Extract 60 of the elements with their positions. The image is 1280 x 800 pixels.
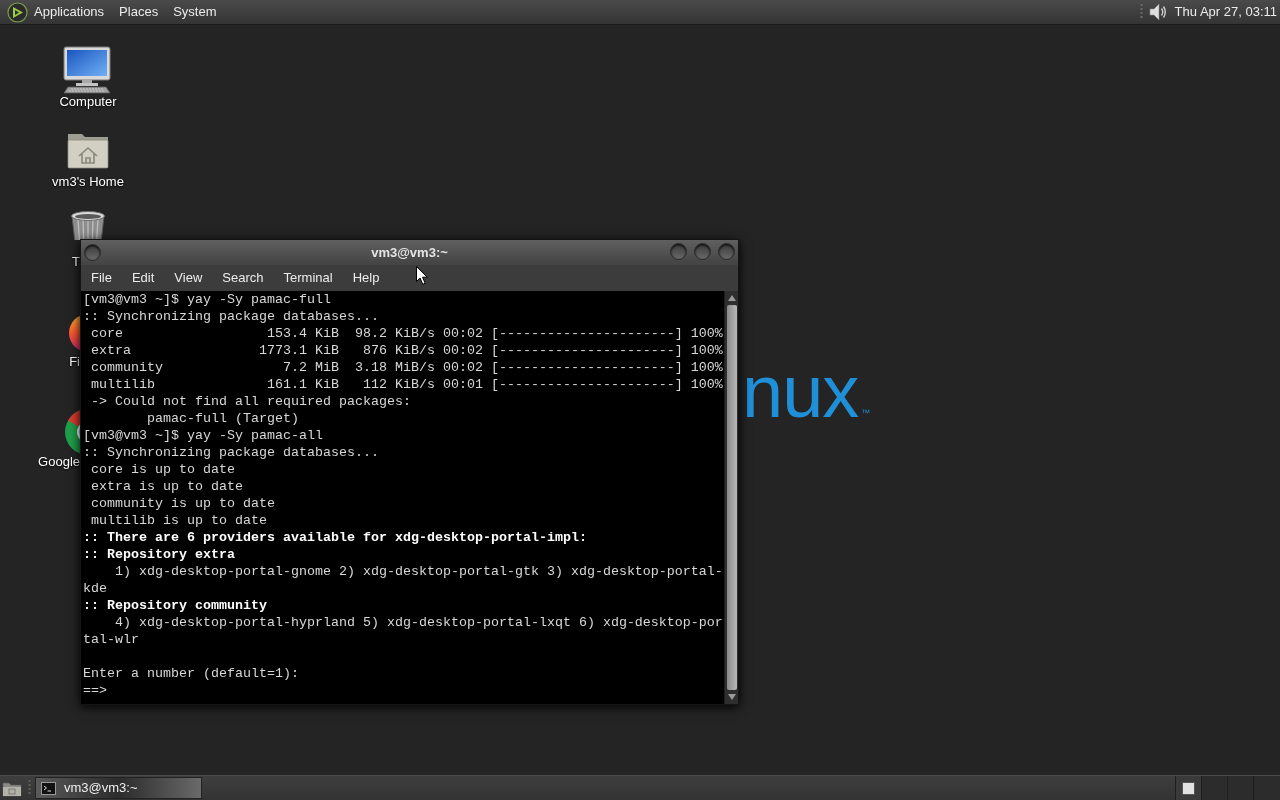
terminal-line: :: Synchronizing package databases... <box>83 444 379 461</box>
window-control-button[interactable] <box>694 243 711 260</box>
terminal-line: 4) xdg-desktop-portal-hyprland 5) xdg-desktop-portal-lxqt 6) xdg-desktop-por <box>114 614 723 631</box>
terminal-line: :: Repository community <box>83 597 267 614</box>
terminal-line: extra is up to date <box>90 478 243 495</box>
terminal-line: kde <box>83 580 107 597</box>
wallpaper-logo-text: nux <box>742 352 859 432</box>
window-control-button[interactable] <box>670 243 687 260</box>
terminal-line: 1) xdg-desktop-portal-gnome 2) xdg-desktop-portal-gtk 3) xdg-desktop-portal- <box>114 563 723 580</box>
speaker-icon[interactable] <box>1147 2 1168 22</box>
terminal-line: tal-wlr <box>83 631 139 648</box>
menu-logo-icon[interactable] <box>7 1 28 23</box>
terminal-line: community is up to date <box>90 495 275 512</box>
scroll-down-arrow-icon[interactable] <box>727 694 736 700</box>
scroll-up-arrow-icon[interactable] <box>727 295 736 301</box>
menu-item[interactable]: Edit <box>121 265 165 291</box>
terminal-line: Enter a number (default=1): <box>83 665 299 682</box>
window-control-button[interactable] <box>718 243 735 260</box>
desktop-icon-label[interactable]: vm3's Home <box>52 174 124 189</box>
menu-item[interactable]: View <box>164 265 213 291</box>
show-desktop-icon[interactable] <box>2 779 22 797</box>
workspace-switcher[interactable] <box>1175 775 1280 800</box>
terminal-line: multilib 161.1 KiB 112 KiB/s 00:01 [----------------------] 100% <box>90 376 723 393</box>
window-menu-button[interactable] <box>84 244 101 261</box>
panel-clock[interactable]: Thu Apr 27, 03:11 <box>1174 2 1277 22</box>
scrollbar-thumb[interactable] <box>726 305 737 690</box>
terminal-icon <box>41 781 56 795</box>
panel-menu[interactable]: Places <box>113 0 165 25</box>
terminal-line: [vm3@vm3 ~]$ yay -Sy pamac-full <box>83 291 331 308</box>
terminal-line: :: There are 6 providers available for xdg-desktop-portal-impl: <box>83 529 587 546</box>
panel-handle-icon <box>28 779 31 797</box>
terminal-line: -> Could not find all required packages: <box>90 393 411 410</box>
terminal-line: :: Repository extra <box>83 546 235 563</box>
terminal-line: core is up to date <box>90 461 235 478</box>
terminal-line: [vm3@vm3 ~]$ yay -Sy pamac-all <box>83 427 323 444</box>
window-thumbnail-icon <box>1182 781 1195 795</box>
desktop-icon-label[interactable]: Google <box>38 454 80 469</box>
menu-item[interactable]: Search <box>212 265 274 291</box>
desktop-icon-label[interactable]: Computer <box>59 94 117 109</box>
menu-item[interactable]: File <box>81 265 122 291</box>
terminal-line: ==> <box>83 682 107 699</box>
panel-menu[interactable]: System <box>167 0 223 25</box>
menu-item[interactable]: Terminal <box>273 265 343 291</box>
scrollbar[interactable] <box>724 291 738 704</box>
terminal-line: multilib is up to date <box>90 512 267 529</box>
terminal-line: community 7.2 MiB 3.18 MiB/s 00:02 [----------------------] 100% <box>90 359 723 376</box>
panel-handle-icon <box>1139 3 1143 21</box>
taskbar-window-button[interactable]: vm3@vm3:~ <box>35 777 202 799</box>
trademark-sign: ™ <box>861 408 871 418</box>
panel-menu[interactable]: Applications <box>28 0 111 25</box>
menu-item[interactable]: Help <box>342 265 390 291</box>
mouse-pointer-icon <box>416 266 428 285</box>
terminal-line: extra 1773.1 KiB 876 KiB/s 00:02 [----------------------] 100% <box>90 342 723 359</box>
window-title: vm3@vm3:~ <box>371 243 448 262</box>
terminal-line: core 153.4 KiB 98.2 KiB/s 00:02 [----------------------] 100% <box>90 325 723 342</box>
terminal-line: :: Synchronizing package databases... <box>83 308 379 325</box>
computer-monitor-icon[interactable] <box>62 46 112 94</box>
terminal-line: pamac-full (Target) <box>146 410 299 427</box>
desktop-icon-label[interactable]: T <box>72 254 80 269</box>
desktop-icon-label[interactable]: Fi <box>69 354 80 369</box>
